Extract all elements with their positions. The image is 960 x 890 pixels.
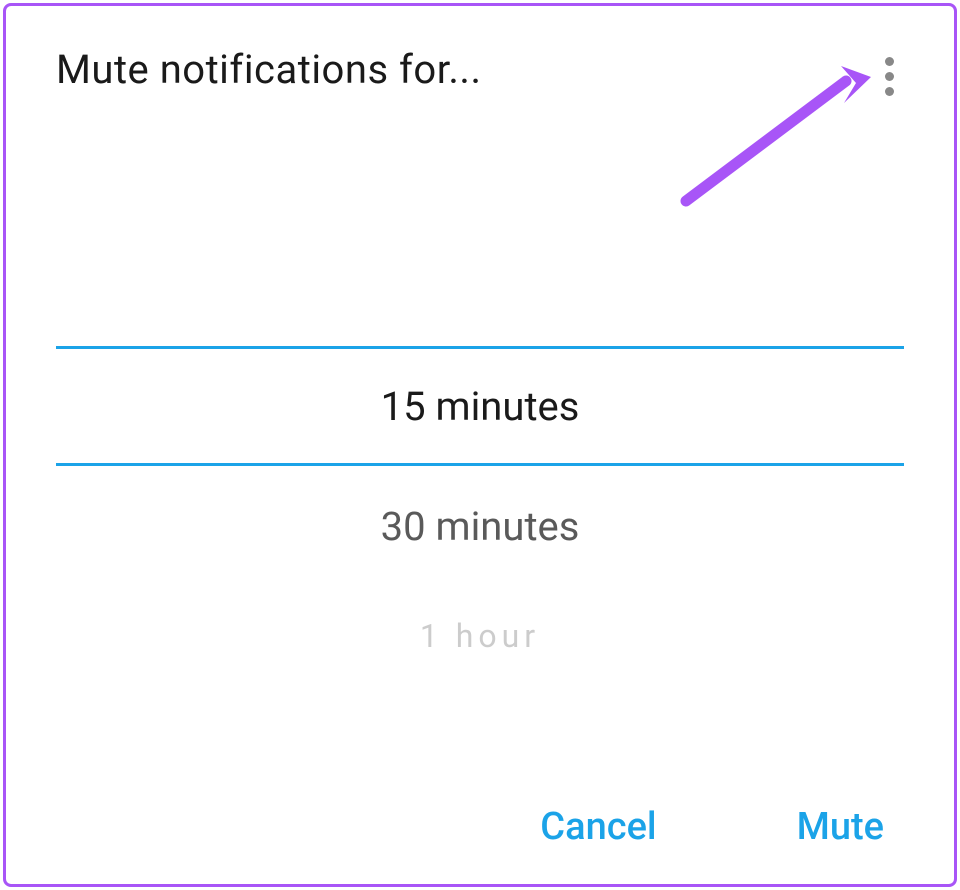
duration-picker[interactable]: 15 minutes 30 minutes 1 hour	[56, 346, 904, 686]
picker-option-selected: 15 minutes	[381, 383, 580, 430]
dialog-title: Mute notifications for...	[56, 46, 904, 93]
picker-faded-row[interactable]: 1 hour	[56, 586, 904, 686]
cancel-button[interactable]: Cancel	[520, 795, 676, 859]
dialog-actions: Cancel Mute	[520, 795, 904, 859]
picker-option-next: 30 minutes	[381, 503, 580, 550]
dot-icon	[885, 87, 894, 96]
picker-option-faded: 1 hour	[420, 617, 540, 655]
picker-selected-row[interactable]: 15 minutes	[56, 346, 904, 466]
picker-next-row[interactable]: 30 minutes	[56, 466, 904, 586]
mute-button[interactable]: Mute	[777, 795, 904, 859]
dot-icon	[885, 72, 894, 81]
mute-dialog: Mute notifications for... 15 minutes 30 …	[3, 3, 957, 887]
dot-icon	[885, 57, 894, 66]
dialog-content: Mute notifications for... 15 minutes 30 …	[6, 6, 954, 884]
more-options-icon[interactable]	[874, 51, 904, 101]
